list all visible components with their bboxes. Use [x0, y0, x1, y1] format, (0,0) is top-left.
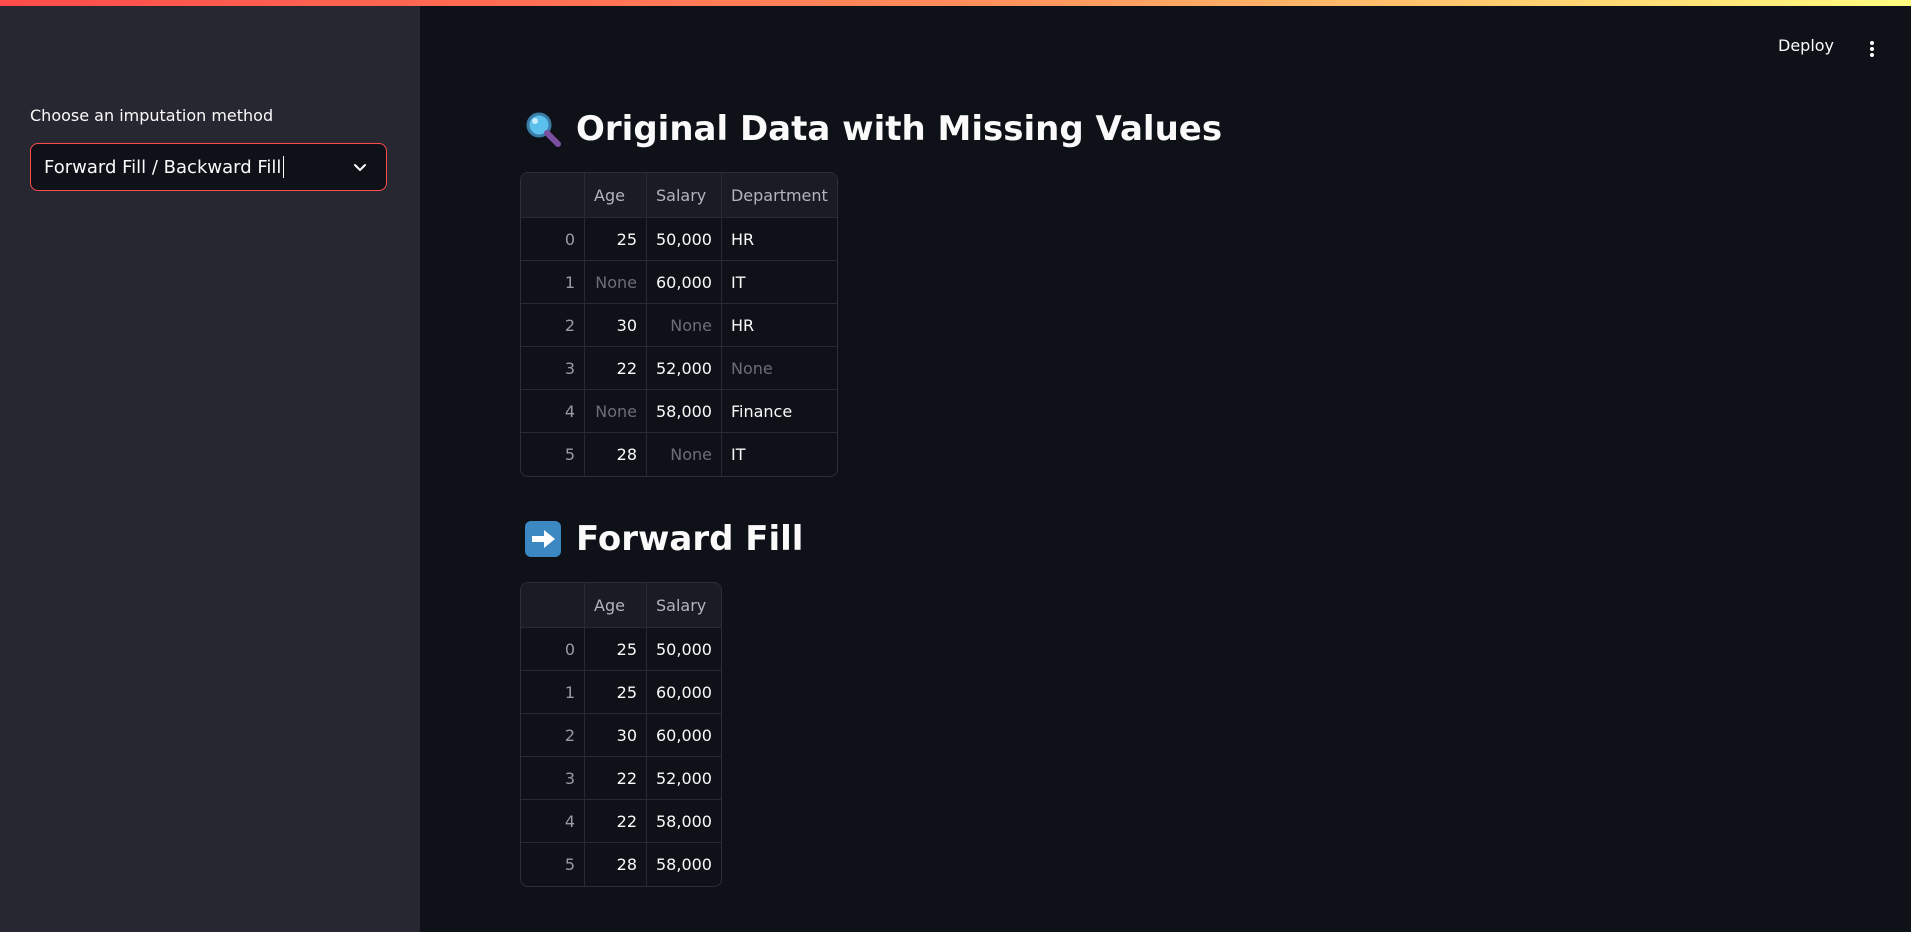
- index-header[interactable]: [521, 173, 585, 218]
- table-row: 2 30 None HR: [521, 304, 837, 347]
- table-row: 3 22 52,000 None: [521, 347, 837, 390]
- table-row: 4 22 58,000: [521, 800, 721, 843]
- row-index-cell[interactable]: 2: [521, 304, 585, 347]
- table-cell[interactable]: 50,000: [647, 628, 721, 671]
- table-cell[interactable]: 50,000: [647, 218, 722, 261]
- table-row: 4 None 58,000 Finance: [521, 390, 837, 433]
- row-index-cell[interactable]: 1: [521, 261, 585, 304]
- table-header-row: Age Salary Department: [521, 173, 837, 218]
- table-header-row: Age Salary: [521, 583, 721, 628]
- sidebar: Choose an imputation method Forward Fill…: [0, 6, 420, 932]
- table-row: 3 22 52,000: [521, 757, 721, 800]
- table-cell[interactable]: HR: [721, 304, 837, 347]
- column-header[interactable]: Age: [585, 173, 647, 218]
- row-index-cell[interactable]: 3: [521, 347, 585, 390]
- original-data-heading: Original Data with Missing Values: [524, 109, 1222, 149]
- table-cell[interactable]: 58,000: [647, 843, 721, 886]
- table-cell[interactable]: 25: [585, 218, 647, 261]
- table-row: 2 30 60,000: [521, 714, 721, 757]
- imputation-method-select[interactable]: Forward Fill / Backward Fill: [30, 143, 387, 191]
- table-cell[interactable]: None: [585, 390, 647, 433]
- column-header[interactable]: Department: [721, 173, 837, 218]
- table-cell[interactable]: None: [585, 261, 647, 304]
- row-index-cell[interactable]: 2: [521, 714, 585, 757]
- row-index-cell[interactable]: 0: [521, 218, 585, 261]
- table-cell[interactable]: 25: [585, 671, 647, 714]
- text-caret: [283, 156, 285, 178]
- imputation-select-label: Choose an imputation method: [30, 106, 274, 125]
- table-cell[interactable]: 60,000: [647, 261, 722, 304]
- table-cell[interactable]: Finance: [721, 390, 837, 433]
- table-cell[interactable]: None: [721, 347, 837, 390]
- table-cell[interactable]: IT: [721, 261, 837, 304]
- forward-fill-table[interactable]: Age Salary 0 25 50,000 1 25 60,000 2 30 60,000 3 22…: [520, 582, 722, 887]
- table-row: 1 None 60,000 IT: [521, 261, 837, 304]
- imputation-select-value: Forward Fill / Backward Fill: [44, 156, 282, 178]
- table-row: 0 25 50,000: [521, 628, 721, 671]
- table-cell[interactable]: 22: [585, 347, 647, 390]
- right-arrow-icon: [524, 520, 562, 558]
- table-cell[interactable]: 22: [585, 757, 647, 800]
- table-cell[interactable]: IT: [722, 433, 837, 476]
- table-row: 1 25 60,000: [521, 671, 721, 714]
- forward-fill-title: Forward Fill: [576, 519, 804, 559]
- table-cell[interactable]: 60,000: [647, 714, 721, 757]
- table-cell[interactable]: 25: [585, 628, 647, 671]
- row-index-cell[interactable]: 5: [521, 433, 585, 476]
- table-cell[interactable]: 60,000: [647, 671, 721, 714]
- magnifying-glass-icon: [524, 110, 562, 148]
- table-cell[interactable]: 28: [585, 433, 647, 476]
- row-index-cell[interactable]: 1: [521, 671, 585, 714]
- chevron-down-icon[interactable]: [352, 159, 368, 175]
- table-cell[interactable]: 22: [585, 800, 647, 843]
- original-data-table[interactable]: Age Salary Department 0 25 50,000 HR 1 None 60,0…: [520, 172, 838, 477]
- table-cell[interactable]: 52,000: [647, 347, 722, 390]
- forward-fill-heading: Forward Fill: [524, 519, 803, 559]
- column-header[interactable]: Salary: [647, 583, 721, 628]
- kebab-menu-icon[interactable]: [1860, 36, 1884, 62]
- table-cell[interactable]: 30: [585, 714, 647, 757]
- column-header[interactable]: Salary: [647, 173, 722, 218]
- row-index-cell[interactable]: 0: [521, 628, 585, 671]
- table-row: 5 28 None IT: [521, 433, 837, 476]
- table-cell[interactable]: None: [647, 433, 722, 476]
- row-index-cell[interactable]: 4: [521, 800, 585, 843]
- row-index-cell[interactable]: 5: [521, 843, 585, 886]
- row-index-cell[interactable]: 4: [521, 390, 585, 433]
- row-index-cell[interactable]: 3: [521, 757, 585, 800]
- imputation-select-value-wrap: Forward Fill / Backward Fill: [44, 156, 352, 178]
- table-cell[interactable]: 52,000: [647, 757, 721, 800]
- table-cell[interactable]: 58,000: [647, 390, 722, 433]
- table-row: 0 25 50,000 HR: [521, 218, 837, 261]
- original-data-title: Original Data with Missing Values: [576, 109, 1223, 149]
- table-cell[interactable]: None: [647, 304, 722, 347]
- table-cell[interactable]: 28: [585, 843, 647, 886]
- deploy-button[interactable]: Deploy: [1778, 36, 1834, 55]
- column-header[interactable]: Age: [585, 583, 647, 628]
- table-cell[interactable]: 30: [585, 304, 647, 347]
- table-row: 5 28 58,000: [521, 843, 721, 886]
- index-header[interactable]: [521, 583, 585, 628]
- table-cell[interactable]: HR: [721, 218, 837, 261]
- table-cell[interactable]: 58,000: [647, 800, 721, 843]
